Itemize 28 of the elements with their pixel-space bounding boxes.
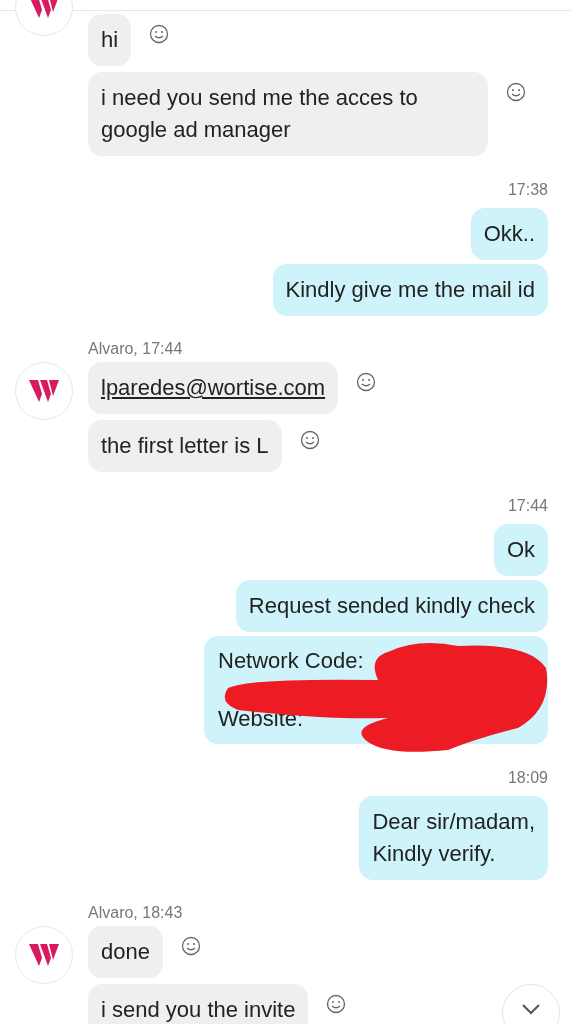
message-text: done — [101, 939, 150, 964]
sender-time: Alvaro, 17:44 — [88, 340, 184, 358]
message-text: Request sended kindly check — [248, 593, 535, 618]
emoji-reaction-icon[interactable] — [356, 372, 377, 392]
logo-icon — [29, 380, 59, 402]
email-link[interactable]: lparedes@wortise.com — [101, 375, 326, 400]
emoji-reaction-icon[interactable] — [326, 994, 347, 1014]
message-time: 17:44 — [507, 496, 548, 516]
logo-icon — [29, 944, 59, 966]
message-text: Kindly give me the mail id — [285, 277, 535, 302]
message-text: i send you the invite — [101, 997, 296, 1022]
message-text: Network Code: — [218, 647, 364, 675]
message-time: 18:09 — [507, 768, 548, 788]
sender-time: Alvaro, 18:43 — [88, 904, 184, 922]
message-text: Ok — [506, 537, 535, 562]
logo-icon — [29, 0, 59, 18]
emoji-reaction-icon[interactable] — [299, 430, 320, 450]
chevron-down-icon — [521, 1003, 541, 1015]
message-text: the first letter is L — [101, 433, 269, 458]
message-text: Dear sir/madam, Kindly verify. — [372, 809, 535, 866]
emoji-reaction-icon[interactable] — [149, 24, 170, 44]
message-time: 17:38 — [507, 180, 548, 200]
emoji-reaction-icon[interactable] — [506, 82, 526, 102]
message-text: i need you send me the acces to google ad manager — [101, 85, 418, 142]
message-text: Website: — [218, 705, 304, 733]
message-text: hi — [101, 27, 119, 52]
message-text: Okk.. — [483, 221, 535, 246]
emoji-reaction-icon[interactable] — [180, 936, 201, 956]
